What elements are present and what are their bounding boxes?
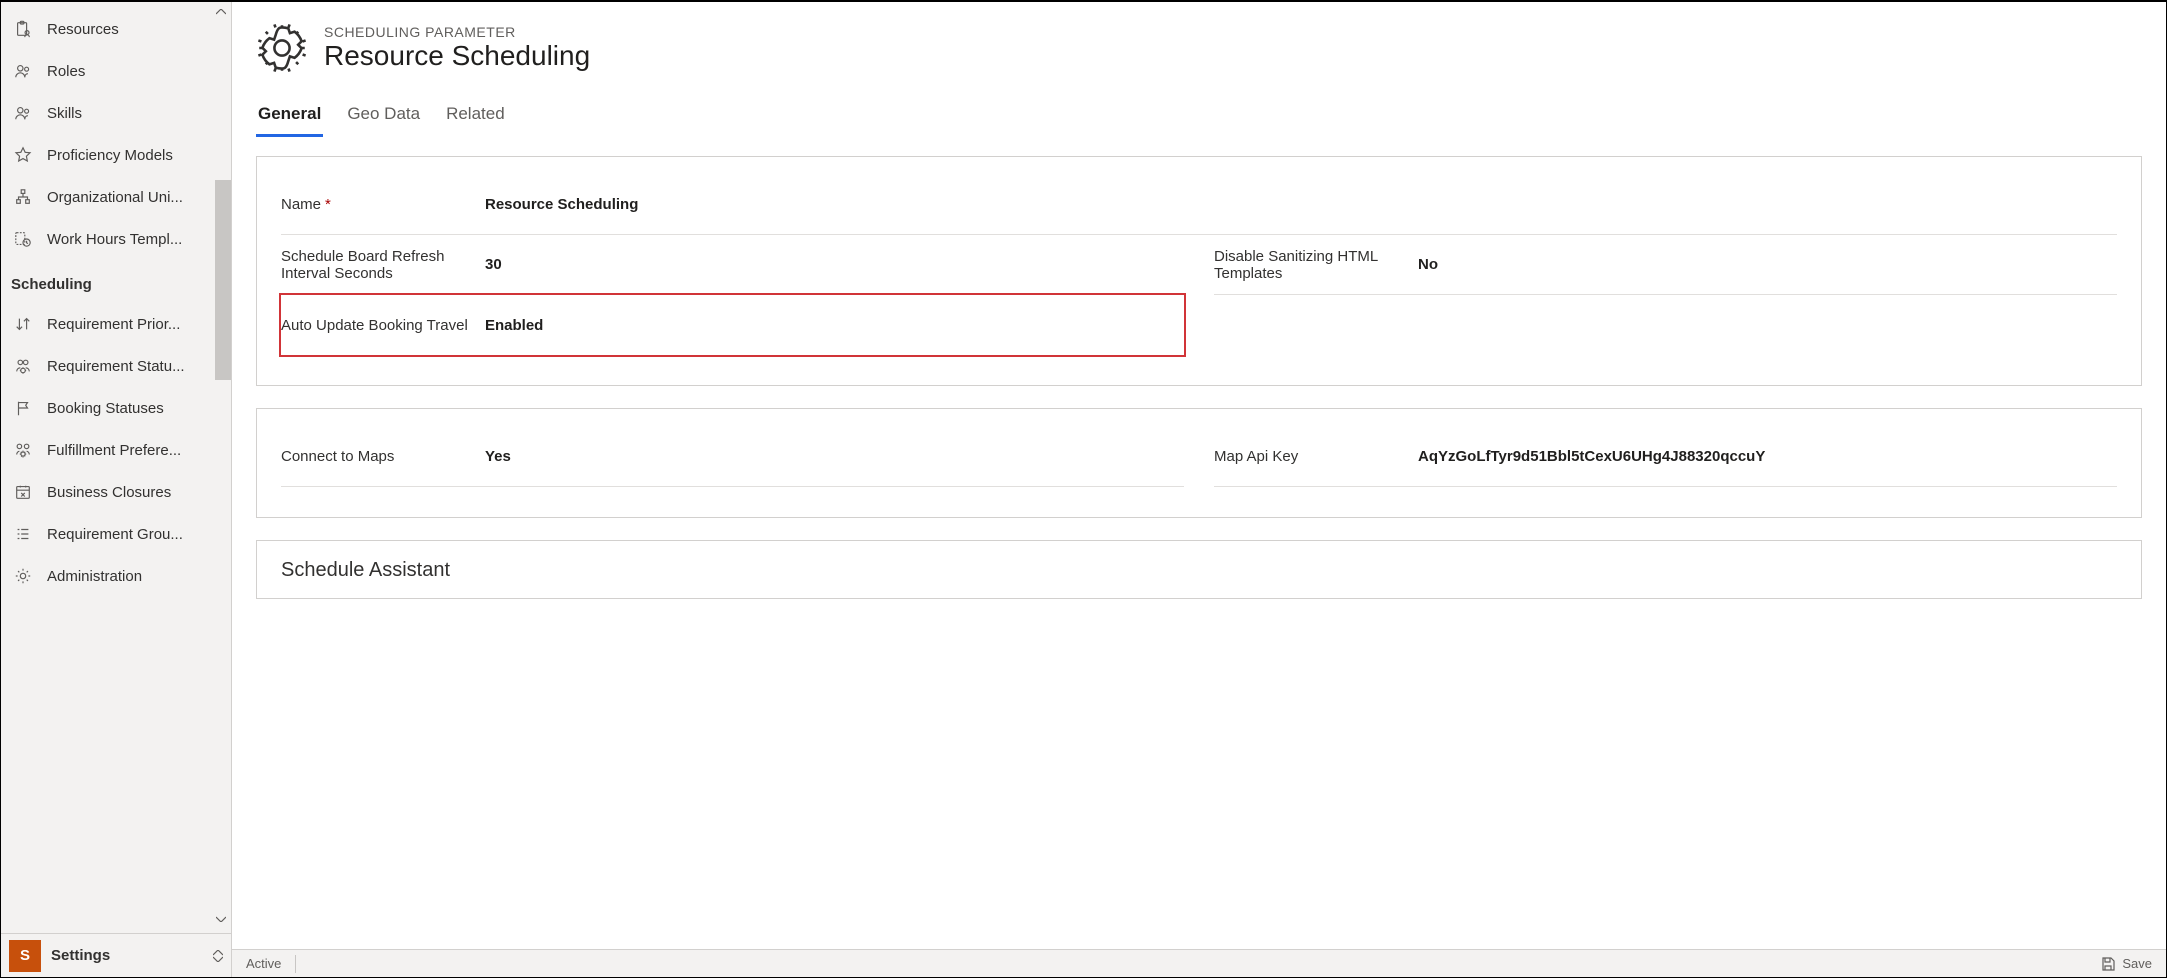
field-refresh-row: Schedule Board Refresh Interval Seconds … — [281, 235, 1184, 295]
field-name-label: Name* — [281, 196, 481, 213]
sidebar-item-label: Roles — [47, 63, 85, 80]
chevron-up-down-icon — [213, 950, 223, 962]
panel-general: Name* Resource Scheduling Schedule Board… — [256, 156, 2142, 386]
field-map-api-key-value[interactable]: AqYzGoLfTyr9d51Bbl5tCexU6UHg4J88320qccuY — [1414, 442, 2117, 471]
gear-icon — [256, 22, 308, 74]
sidebar-item-administration[interactable]: Administration — [1, 555, 231, 597]
sidebar-item-requirement-priorities[interactable]: Requirement Prior... — [1, 303, 231, 345]
people-icon — [13, 61, 33, 81]
field-refresh-value[interactable]: 30 — [481, 250, 1184, 279]
field-disable-sanitize-value[interactable]: No — [1414, 250, 2117, 279]
sidebar-item-requirement-groups[interactable]: Requirement Grou... — [1, 513, 231, 555]
main-scroll[interactable]: SCHEDULING PARAMETER Resource Scheduling… — [232, 2, 2166, 949]
sidebar-item-business-closures[interactable]: Business Closures — [1, 471, 231, 513]
field-connect-maps-label: Connect to Maps — [281, 448, 481, 465]
sidebar-item-proficiency-models[interactable]: Proficiency Models — [1, 134, 231, 176]
field-connect-maps-row: Connect to Maps Yes — [281, 427, 1184, 487]
sidebar-scroll-up[interactable] — [213, 4, 229, 20]
calendar-x-icon — [13, 482, 33, 502]
sidebar-item-label: Resources — [47, 21, 119, 38]
statusbar: Active Save — [232, 949, 2166, 977]
save-icon — [2100, 956, 2116, 972]
header-text: SCHEDULING PARAMETER Resource Scheduling — [324, 24, 590, 72]
sidebar-item-roles[interactable]: Roles — [1, 50, 231, 92]
field-auto-update-travel-value[interactable]: Enabled — [481, 311, 1184, 340]
sidebar-item-label: Administration — [47, 568, 142, 585]
sidebar-item-work-hours-templates[interactable]: Work Hours Templ... — [1, 218, 231, 260]
org-icon — [13, 187, 33, 207]
sidebar-item-organizational-units[interactable]: Organizational Uni... — [1, 176, 231, 218]
app-root: Resources Roles Skills — [0, 0, 2167, 978]
list-icon — [13, 524, 33, 544]
field-empty-row — [1214, 295, 2117, 355]
gear-icon — [13, 566, 33, 586]
sidebar-item-label: Organizational Uni... — [47, 189, 183, 206]
app-switcher-label: Settings — [51, 947, 203, 964]
divider — [295, 955, 296, 973]
save-label: Save — [2122, 956, 2152, 971]
sidebar-item-requirement-statuses[interactable]: Requirement Statu... — [1, 345, 231, 387]
field-map-api-key-label: Map Api Key — [1214, 448, 1414, 465]
field-disable-sanitize-row: Disable Sanitizing HTML Templates No — [1214, 235, 2117, 295]
save-button[interactable]: Save — [2100, 956, 2152, 972]
people-gear-icon — [13, 356, 33, 376]
sidebar-item-label: Skills — [47, 105, 82, 122]
breadcrumb: SCHEDULING PARAMETER — [324, 24, 590, 40]
star-icon — [13, 145, 33, 165]
sidebar-item-label: Business Closures — [47, 484, 171, 501]
sidebar-item-label: Requirement Grou... — [47, 526, 183, 543]
sidebar-section-scheduling: Scheduling — [1, 260, 231, 303]
sidebar-item-fulfillment-preferences[interactable]: Fulfillment Prefere... — [1, 429, 231, 471]
sidebar-item-label: Proficiency Models — [47, 147, 173, 164]
record-state: Active — [246, 956, 281, 971]
sidebar-item-label: Requirement Prior... — [47, 316, 180, 333]
people-gear-icon — [13, 440, 33, 460]
tab-related[interactable]: Related — [444, 98, 507, 137]
field-name-row: Name* Resource Scheduling — [281, 175, 2117, 235]
field-map-api-key-row: Map Api Key AqYzGoLfTyr9d51Bbl5tCexU6UHg… — [1214, 427, 2117, 487]
field-disable-sanitize-label: Disable Sanitizing HTML Templates — [1214, 248, 1414, 282]
panel-schedule-assistant: Schedule Assistant — [256, 540, 2142, 599]
sort-icon — [13, 314, 33, 334]
field-auto-update-travel-row: Auto Update Booking Travel Enabled — [279, 293, 1186, 357]
sidebar-content: Resources Roles Skills — [1, 2, 231, 933]
field-auto-update-travel-label: Auto Update Booking Travel — [281, 317, 481, 334]
sidebar-item-label: Booking Statuses — [47, 400, 164, 417]
app-switcher-icon: S — [9, 940, 41, 972]
main: SCHEDULING PARAMETER Resource Scheduling… — [231, 2, 2166, 977]
page-title: Resource Scheduling — [324, 40, 590, 72]
sidebar-item-label: Requirement Statu... — [47, 358, 185, 375]
required-asterisk: * — [325, 196, 331, 213]
clipboard-person-icon — [13, 19, 33, 39]
flag-icon — [13, 398, 33, 418]
panel-maps: Connect to Maps Yes Map Api Key AqYzGoLf… — [256, 408, 2142, 518]
sidebar-item-skills[interactable]: Skills — [1, 92, 231, 134]
people-icon — [13, 103, 33, 123]
tabs: General Geo Data Related — [256, 98, 2142, 138]
tab-general[interactable]: General — [256, 98, 323, 137]
sidebar-scroll-down[interactable] — [213, 911, 229, 927]
field-refresh-label: Schedule Board Refresh Interval Seconds — [281, 248, 481, 282]
sidebar-item-label: Work Hours Templ... — [47, 231, 182, 248]
sidebar: Resources Roles Skills — [1, 2, 231, 977]
sidebar-item-label: Fulfillment Prefere... — [47, 442, 181, 459]
field-connect-maps-value[interactable]: Yes — [481, 442, 1184, 471]
field-name-value[interactable]: Resource Scheduling — [481, 190, 2117, 219]
schedule-assistant-title: Schedule Assistant — [281, 559, 2117, 582]
page-header: SCHEDULING PARAMETER Resource Scheduling — [256, 22, 2142, 74]
sidebar-scrollbar-thumb[interactable] — [215, 180, 231, 380]
tab-geo-data[interactable]: Geo Data — [345, 98, 422, 137]
sidebar-item-resources[interactable]: Resources — [1, 8, 231, 50]
clock-template-icon — [13, 229, 33, 249]
app-switcher[interactable]: S Settings — [1, 933, 231, 977]
sidebar-item-booking-statuses[interactable]: Booking Statuses — [1, 387, 231, 429]
